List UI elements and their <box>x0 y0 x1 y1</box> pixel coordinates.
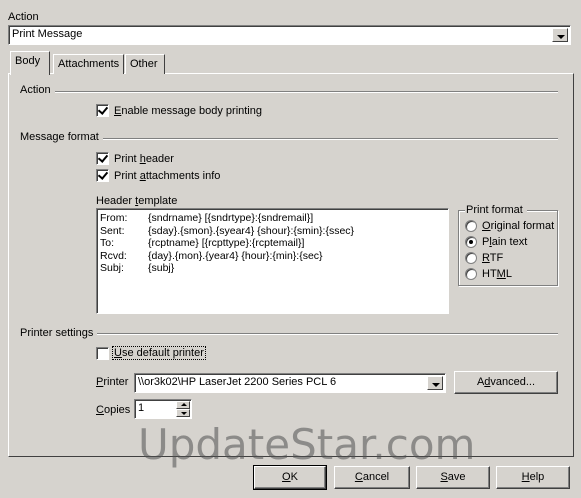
enable-printing-checkbox[interactable] <box>96 104 109 117</box>
tab-attachments-label: Attachments <box>58 58 120 70</box>
action-label: Action <box>8 11 39 23</box>
radio-rtf[interactable] <box>465 252 477 264</box>
tab-other-label: Other <box>130 58 158 70</box>
message-format-heading: Message format <box>20 131 103 143</box>
print-header-label[interactable]: Print header <box>114 153 174 165</box>
action-section-heading: Action <box>20 84 55 96</box>
chevron-down-icon[interactable] <box>552 28 568 42</box>
spin-down-icon[interactable] <box>176 409 190 417</box>
action-select-value: Print Message <box>12 28 83 40</box>
printer-settings-heading: Printer settings <box>20 327 98 339</box>
radio-html-label[interactable]: HTML <box>482 268 512 280</box>
radio-original-format-label[interactable]: Original format <box>482 220 554 232</box>
radio-plain-text[interactable] <box>465 236 477 248</box>
header-template-label: Header template <box>96 195 178 207</box>
print-attachments-checkbox[interactable] <box>96 169 109 182</box>
watermark: UpdateStar.com <box>138 420 476 469</box>
enable-printing-label[interactable]: Enable message body printing <box>114 105 262 117</box>
template-line: Rcvd: {day}.{mon}.{year4} {hour}:{min}:{s… <box>100 249 323 262</box>
chevron-down-icon[interactable] <box>427 376 443 390</box>
printer-select-value: \\or3k02\HP LaserJet 2200 Series PCL 6 <box>138 376 337 388</box>
radio-rtf-label[interactable]: RTF <box>482 252 503 264</box>
action-select[interactable]: Print Message <box>8 25 571 45</box>
radio-html[interactable] <box>465 268 477 280</box>
tab-body[interactable]: Body <box>10 51 50 75</box>
use-default-printer-checkbox[interactable] <box>96 347 109 360</box>
advanced-button[interactable]: Advanced... <box>454 371 558 394</box>
print-header-checkbox[interactable] <box>96 152 109 165</box>
template-line: From: {sndrname} [{sndrtype}:{sndremail}] <box>100 212 314 224</box>
copies-spinner[interactable]: 1 <box>134 399 192 419</box>
cancel-button[interactable]: Cancel <box>334 466 410 489</box>
use-default-printer-label[interactable]: Use default printer <box>112 346 206 360</box>
action-section-divider <box>20 91 558 93</box>
printer-settings-divider <box>20 333 558 335</box>
ok-button[interactable]: OK <box>253 465 327 490</box>
radio-original-format[interactable] <box>465 220 477 232</box>
radio-plain-text-label[interactable]: Plain text <box>482 236 527 248</box>
help-button[interactable]: Help <box>496 466 570 489</box>
tab-body-label: Body <box>15 55 41 67</box>
print-format-heading: Print format <box>465 204 527 216</box>
spin-up-icon[interactable] <box>176 401 190 409</box>
template-line: Subj: {subj} <box>100 262 175 274</box>
tab-other[interactable]: Other <box>125 54 165 74</box>
tab-attachments[interactable]: Attachments <box>53 54 124 74</box>
copies-label: Copies <box>96 404 131 416</box>
print-attachments-label[interactable]: Print attachments info <box>114 170 220 182</box>
save-button[interactable]: Save <box>416 466 490 489</box>
copies-value: 1 <box>138 402 145 414</box>
template-line: Sent: {sday}.{smon}.{syear4} {shour}:{smi… <box>100 224 355 237</box>
template-line: To: {rcptname} [{rcpttype}:{rcptemail}] <box>100 237 305 249</box>
header-template-textarea[interactable]: From: {sndrname} [{sndrtype}:{sndremail}]… <box>96 208 449 314</box>
printer-select[interactable]: \\or3k02\HP LaserJet 2200 Series PCL 6 <box>134 373 446 393</box>
printer-label: Printer <box>96 376 129 388</box>
